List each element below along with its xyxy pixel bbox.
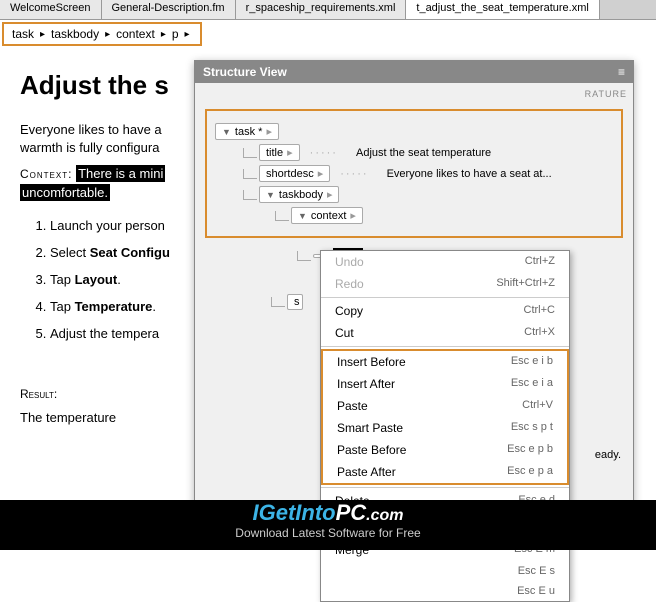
- document-tabs: WelcomeScreenGeneral-Description.fmr_spa…: [0, 0, 656, 20]
- document-tab[interactable]: t_adjust_the_seat_temperature.xml: [406, 0, 599, 19]
- tree-node-context[interactable]: ▼context▸: [275, 207, 613, 224]
- panel-header[interactable]: Structure View ≡: [195, 61, 633, 83]
- document-tab[interactable]: WelcomeScreen: [0, 0, 102, 19]
- banner-subtitle: Download Latest Software for Free: [0, 526, 656, 540]
- breadcrumb[interactable]: task▸taskbody▸context▸p▸: [2, 22, 202, 46]
- breadcrumb-item[interactable]: context: [114, 27, 157, 41]
- tree-highlight-box: ▼task *▸ title▸ ····· Adjust the seat te…: [205, 109, 623, 238]
- menu-item-redo: RedoShift+Ctrl+Z: [321, 273, 569, 295]
- chevron-right-icon: ▸: [181, 29, 194, 40]
- document-tab[interactable]: General-Description.fm: [102, 0, 236, 19]
- panel-title: Structure View: [203, 65, 287, 79]
- chevron-right-icon: ▸: [157, 29, 170, 40]
- tree-node-taskbody[interactable]: ▼taskbody▸: [243, 186, 613, 203]
- menu-item-undo: UndoCtrl+Z: [321, 251, 569, 273]
- menu-separator: [321, 487, 569, 488]
- panel-menu-icon[interactable]: ≡: [618, 65, 625, 79]
- menu-item-item[interactable]: Esc E s: [321, 561, 569, 581]
- tree-node-task[interactable]: ▼task *▸: [215, 123, 613, 140]
- document-tab[interactable]: r_spaceship_requirements.xml: [236, 0, 407, 19]
- menu-item-paste-after[interactable]: Paste AfterEsc e p a: [323, 461, 567, 483]
- menu-item-insert-after[interactable]: Insert AfterEsc e i a: [323, 373, 567, 395]
- breadcrumb-item[interactable]: p: [170, 27, 181, 41]
- breadcrumb-item[interactable]: task: [10, 27, 36, 41]
- banner-title: IGetIntoPC.com: [0, 500, 656, 526]
- menu-separator: [321, 297, 569, 298]
- menu-item-smart-paste[interactable]: Smart PasteEsc s p t: [323, 417, 567, 439]
- tree-node-title[interactable]: title▸ ····· Adjust the seat temperature: [243, 144, 613, 161]
- menu-item-paste-before[interactable]: Paste BeforeEsc e p b: [323, 439, 567, 461]
- menu-item-cut[interactable]: CutCtrl+X: [321, 322, 569, 344]
- menu-separator: [321, 346, 569, 347]
- chevron-right-icon: ▸: [36, 29, 49, 40]
- footer-banner: IGetIntoPC.com Download Latest Software …: [0, 500, 656, 550]
- menu-item-item[interactable]: Esc E u: [321, 581, 569, 601]
- tree-node-shortdesc[interactable]: shortdesc▸ ····· Everyone likes to have …: [243, 165, 613, 182]
- chevron-right-icon: ▸: [101, 29, 114, 40]
- truncated-text: eady.: [595, 449, 621, 461]
- menu-item-insert-before[interactable]: Insert BeforeEsc e i b: [323, 351, 567, 373]
- menu-item-paste[interactable]: PasteCtrl+V: [323, 395, 567, 417]
- truncated-label: RATURE: [201, 89, 627, 99]
- breadcrumb-item[interactable]: taskbody: [49, 27, 101, 41]
- menu-item-copy[interactable]: CopyCtrl+C: [321, 300, 569, 322]
